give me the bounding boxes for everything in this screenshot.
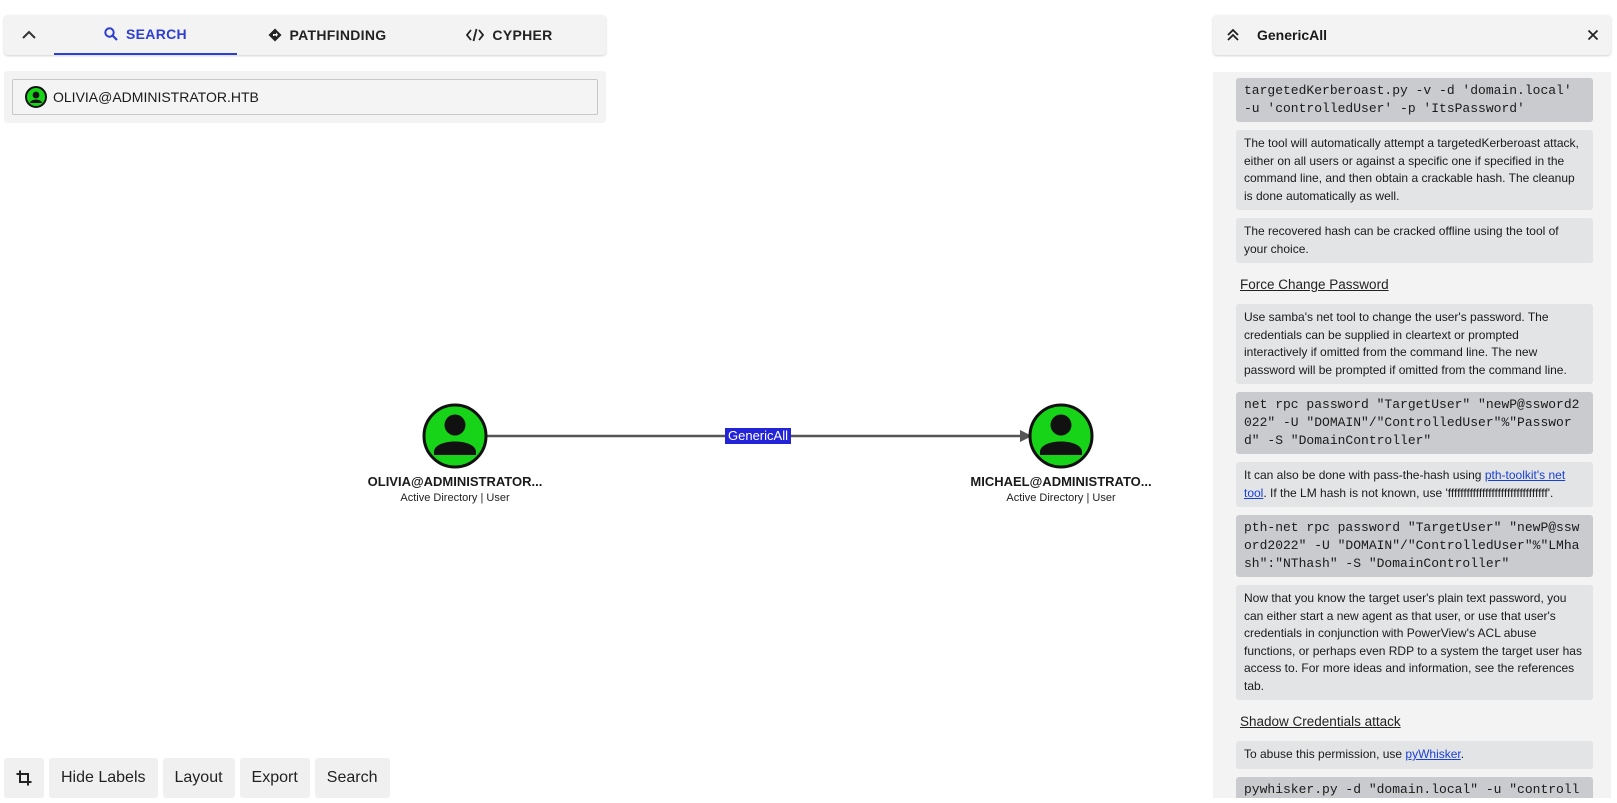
pywhisker-text-pre: To abuse this permission, use — [1244, 747, 1406, 761]
app-stage: GenericAll OLIVIA@ADMINISTRATOR... Activ… — [0, 0, 1617, 803]
hide-labels-button[interactable]: Hide Labels — [49, 758, 158, 798]
panel-title: GenericAll — [1257, 27, 1328, 43]
source-node-type: Active Directory | User — [400, 492, 510, 504]
search-panel: OLIVIA@ADMINISTRATOR.HTB — [4, 71, 606, 123]
source-node[interactable] — [422, 403, 488, 469]
pywhisker-text-post: . — [1460, 747, 1465, 761]
graph-toolbar: Hide Labels Layout Export Search — [4, 758, 390, 798]
search-input[interactable]: OLIVIA@ADMINISTRATOR.HTB — [12, 79, 598, 115]
tab-search-label: SEARCH — [126, 26, 187, 42]
edge-label[interactable]: GenericAll — [725, 428, 791, 444]
code-block-pywhisker: pywhisker.py -d "domain.local" -u "contr… — [1236, 776, 1593, 798]
target-node-type: Active Directory | User — [1006, 492, 1116, 504]
code-icon — [466, 28, 485, 42]
tab-cypher-label: CYPHER — [492, 27, 553, 43]
search-input-value: OLIVIA@ADMINISTRATOR.HTB — [53, 89, 259, 105]
directions-icon — [268, 28, 282, 42]
paragraph-next-steps: Now that you know the target user's plai… — [1236, 585, 1593, 700]
paragraph-kerberoast: The tool will automatically attempt a ta… — [1236, 130, 1593, 210]
search-icon — [104, 27, 118, 41]
pth-text-pre: It can also be done with pass-the-hash u… — [1244, 468, 1485, 482]
paragraph-crack-offline: The recovered hash can be cracked offlin… — [1236, 218, 1593, 263]
paragraph-samba-net: Use samba's net tool to change the user'… — [1236, 304, 1593, 384]
edge-info-body[interactable]: targetedKerberoast.py -v -d 'domain.loca… — [1213, 72, 1611, 798]
target-node[interactable] — [1028, 403, 1094, 469]
crop-button[interactable] — [4, 758, 44, 798]
tab-pathfinding[interactable]: PATHFINDING — [237, 15, 417, 55]
section-force-change-password[interactable]: Force Change Password — [1240, 277, 1599, 292]
paragraph-pywhisker: To abuse this permission, use pyWhisker. — [1236, 741, 1593, 769]
code-block-kerberoast: targetedKerberoast.py -v -d 'domain.loca… — [1236, 78, 1593, 122]
explore-tabbar: SEARCH PATHFINDING CYPHER — [4, 15, 606, 55]
pth-text-post: . If the LM hash is not known, use 'ffff… — [1263, 485, 1554, 500]
tab-pathfinding-label: PATHFINDING — [289, 27, 387, 43]
layout-button[interactable]: Layout — [162, 758, 235, 798]
target-node-label: MICHAEL@ADMINISTRATO... — [970, 474, 1152, 489]
close-panel-button[interactable] — [1575, 15, 1611, 55]
edge-info-header: GenericAll — [1213, 15, 1611, 55]
double-chevron-up-icon — [1227, 28, 1239, 41]
code-block-pth-net: pth-net rpc password "TargetUser" "newP@… — [1236, 515, 1593, 577]
crop-icon — [16, 770, 32, 786]
section-shadow-credentials[interactable]: Shadow Credentials attack — [1240, 714, 1599, 729]
paragraph-pass-the-hash: It can also be done with pass-the-hash u… — [1236, 462, 1593, 507]
tab-search[interactable]: SEARCH — [54, 15, 237, 55]
tab-cypher[interactable]: CYPHER — [417, 15, 602, 55]
user-icon — [25, 86, 47, 108]
chevron-up-icon — [22, 30, 36, 39]
pywhisker-link[interactable]: pyWhisker — [1405, 747, 1460, 761]
close-icon — [1587, 29, 1599, 41]
code-block-net-rpc: net rpc password "TargetUser" "newP@sswo… — [1236, 392, 1593, 454]
collapse-panel-button[interactable] — [1213, 15, 1253, 55]
toolbar-search-button[interactable]: Search — [314, 758, 390, 798]
collapse-button[interactable] — [4, 15, 54, 55]
source-node-label: OLIVIA@ADMINISTRATOR... — [367, 474, 543, 489]
export-button[interactable]: Export — [239, 758, 310, 798]
